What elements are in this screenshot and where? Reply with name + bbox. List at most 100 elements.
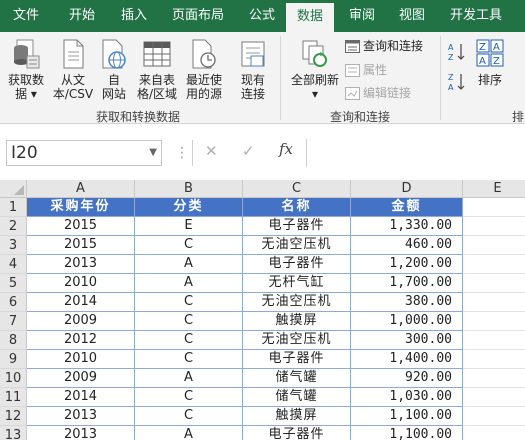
cancel-icon[interactable]: ✕ (205, 142, 218, 160)
table-cell[interactable]: C (135, 388, 243, 407)
cell-empty[interactable] (463, 255, 525, 274)
sort-button[interactable]: Z A A Z 排序 (472, 38, 508, 87)
table-cell[interactable]: 无油空压机 (243, 293, 351, 312)
table-cell[interactable]: 1,030.00 (351, 388, 463, 407)
table-cell[interactable]: 1,400.00 (351, 350, 463, 369)
get-data-button[interactable]: 获取数 据 ▾ (4, 38, 48, 101)
table-cell[interactable]: 1,330.00 (351, 217, 463, 236)
cell-empty[interactable] (463, 293, 525, 312)
recent-sources-button[interactable]: 最近使 用的源 (182, 38, 226, 101)
refresh-all-button[interactable]: 全部刷新 ▾ (288, 38, 342, 101)
cell-empty[interactable] (463, 407, 525, 426)
table-cell[interactable]: 电子器件 (243, 350, 351, 369)
row-header[interactable]: 11 (0, 388, 27, 407)
table-cell[interactable]: C (135, 312, 243, 331)
sort-descending-button[interactable]: Z A (448, 72, 466, 96)
table-cell[interactable]: A (135, 369, 243, 388)
table-cell[interactable]: 2009 (27, 369, 135, 388)
cell-empty[interactable] (463, 312, 525, 331)
row-header[interactable]: 1 (0, 198, 27, 217)
table-cell[interactable]: 2013 (27, 426, 135, 440)
chevron-down-icon[interactable]: ▼ (149, 141, 157, 165)
table-cell[interactable]: C (135, 293, 243, 312)
column-header-e[interactable]: E (463, 180, 525, 198)
table-header-cell[interactable]: 名称 (243, 198, 351, 217)
table-header-cell[interactable]: 金额 (351, 198, 463, 217)
table-cell[interactable]: 2015 (27, 217, 135, 236)
tab-file[interactable]: 文件 (8, 0, 44, 32)
cell-empty[interactable] (463, 426, 525, 440)
table-cell[interactable]: C (135, 350, 243, 369)
row-header[interactable]: 4 (0, 255, 27, 274)
table-cell[interactable]: 电子器件 (243, 255, 351, 274)
table-cell[interactable]: 2015 (27, 236, 135, 255)
table-cell[interactable]: 无杆气缸 (243, 274, 351, 293)
table-cell[interactable]: 2009 (27, 312, 135, 331)
row-header[interactable]: 8 (0, 331, 27, 350)
row-header[interactable]: 10 (0, 369, 27, 388)
table-cell[interactable]: 电子器件 (243, 217, 351, 236)
cell-empty[interactable] (463, 217, 525, 236)
tab-formulas[interactable]: 公式 (240, 0, 284, 32)
table-cell[interactable]: 触摸屏 (243, 312, 351, 331)
cell-empty[interactable] (463, 350, 525, 369)
table-cell[interactable]: 2010 (27, 274, 135, 293)
from-web-button[interactable]: 自 网站 (98, 38, 130, 101)
existing-connections-button[interactable]: 现有 连接 (234, 38, 272, 101)
column-header-d[interactable]: D (351, 180, 463, 198)
column-header-c[interactable]: C (243, 180, 351, 198)
table-cell[interactable]: 触摸屏 (243, 407, 351, 426)
table-cell[interactable]: C (135, 236, 243, 255)
table-header-cell[interactable]: 分类 (135, 198, 243, 217)
table-cell[interactable]: 电子器件 (243, 426, 351, 440)
table-cell[interactable]: 920.00 (351, 369, 463, 388)
table-cell[interactable]: 1,200.00 (351, 255, 463, 274)
cell-empty[interactable] (463, 388, 525, 407)
table-cell[interactable]: 380.00 (351, 293, 463, 312)
table-cell[interactable]: 2010 (27, 350, 135, 369)
row-header[interactable]: 7 (0, 312, 27, 331)
column-header-a[interactable]: A (27, 180, 135, 198)
table-cell[interactable]: C (135, 407, 243, 426)
table-cell[interactable]: 储气罐 (243, 388, 351, 407)
from-text-csv-button[interactable]: 从文 本/CSV (52, 38, 94, 101)
table-cell[interactable]: 2014 (27, 388, 135, 407)
table-cell[interactable]: 无油空压机 (243, 331, 351, 350)
table-cell[interactable]: C (135, 331, 243, 350)
tab-page-layout[interactable]: 页面布局 (166, 0, 230, 32)
sort-ascending-button[interactable]: A Z (448, 42, 466, 66)
table-cell[interactable]: 1,700.00 (351, 274, 463, 293)
row-header[interactable]: 2 (0, 217, 27, 236)
table-cell[interactable]: 2012 (27, 331, 135, 350)
enter-icon[interactable]: ✓ (242, 142, 255, 160)
row-header[interactable]: 6 (0, 293, 27, 312)
tab-view[interactable]: 视图 (392, 0, 432, 32)
cell-empty[interactable] (463, 369, 525, 388)
table-cell[interactable]: 2013 (27, 407, 135, 426)
tab-data[interactable]: 数据 (286, 3, 334, 32)
cell-empty[interactable] (463, 331, 525, 350)
table-cell[interactable]: 2014 (27, 293, 135, 312)
insert-function-icon[interactable]: fx (279, 140, 293, 158)
table-cell[interactable]: 储气罐 (243, 369, 351, 388)
properties-button[interactable]: 属性 (345, 62, 387, 78)
table-cell[interactable]: 1,100.00 (351, 407, 463, 426)
more-icon[interactable]: ⋮ (175, 145, 190, 161)
name-box[interactable]: I20 ▼ (6, 140, 162, 166)
table-cell[interactable]: 1,100.00 (351, 426, 463, 440)
tab-home[interactable]: 开始 (60, 0, 104, 32)
row-header[interactable]: 12 (0, 407, 27, 426)
table-header-cell[interactable]: 采购年份 (27, 198, 135, 217)
table-cell[interactable]: 300.00 (351, 331, 463, 350)
table-cell[interactable]: E (135, 217, 243, 236)
tab-developer[interactable]: 开发工具 (443, 0, 509, 32)
table-cell[interactable]: 2013 (27, 255, 135, 274)
select-all-button[interactable] (0, 180, 27, 198)
tab-review[interactable]: 审阅 (340, 0, 384, 32)
table-cell[interactable]: A (135, 274, 243, 293)
table-cell[interactable]: 无油空压机 (243, 236, 351, 255)
cell-empty[interactable] (463, 236, 525, 255)
table-cell[interactable]: A (135, 255, 243, 274)
row-header[interactable]: 9 (0, 350, 27, 369)
cell-empty[interactable] (463, 274, 525, 293)
